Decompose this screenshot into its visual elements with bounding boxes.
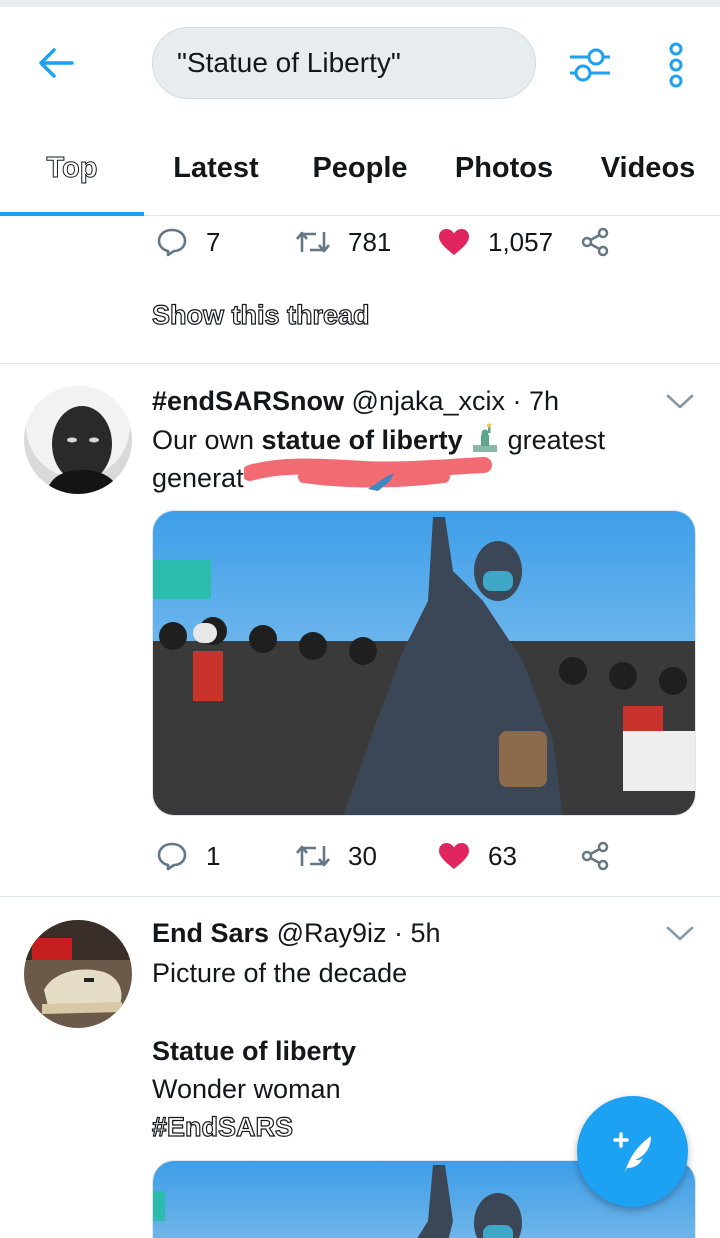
display-name[interactable]: #endSARSnow [152, 386, 344, 416]
username[interactable]: @njaka_xcix [352, 386, 505, 416]
like-count: 1,057 [488, 226, 554, 257]
tab-latest-label: Latest [173, 151, 259, 184]
tab-top-label: Top [46, 151, 98, 184]
tab-people[interactable]: People [288, 120, 432, 216]
tab-videos-label: Videos [600, 151, 696, 184]
divider [0, 896, 720, 897]
tweet-text-line: Statue of liberty [152, 1036, 357, 1066]
more-vertical-icon [669, 42, 683, 88]
statue-of-liberty-emoji-icon [470, 423, 500, 453]
retweet-button[interactable]: 30 [296, 828, 377, 884]
reply-count: 1 [206, 840, 221, 871]
search-tabs: Top Latest People Photos Videos [0, 120, 720, 216]
like-button[interactable]: 1,057 [438, 214, 553, 270]
tweet-text-after: greatest [500, 425, 606, 455]
tab-top[interactable]: Top [0, 120, 144, 216]
tweet-header: #endSARSnow @njaka_xcix · 7h [152, 386, 559, 417]
tweet-text-line: Picture of the decade [152, 958, 408, 988]
retweet-icon [296, 231, 330, 253]
search-results-screen: "Statue of Liberty" Top Latest People Ph… [0, 0, 720, 1238]
tweet-text-line2: generat [152, 463, 244, 493]
tweet-text-plain: Our own [152, 425, 262, 455]
tweet-text-line: Wonder woman [152, 1074, 341, 1104]
tweet-text-highlight: statue of liberty [261, 425, 463, 455]
reply-button[interactable]: 7 [156, 214, 220, 270]
show-thread-link[interactable]: Show this thread [151, 299, 370, 331]
status-strip [0, 0, 720, 7]
reply-count: 7 [206, 226, 221, 257]
more-options-button[interactable] [652, 37, 700, 93]
reply-icon [157, 842, 187, 871]
compose-feather-icon [612, 1131, 651, 1172]
search-filter-button[interactable] [562, 37, 618, 93]
username[interactable]: @Ray9iz [277, 918, 387, 948]
search-input[interactable]: "Statue of Liberty" [152, 27, 536, 99]
arrow-left-icon [39, 48, 74, 78]
retweet-button[interactable]: 781 [296, 214, 391, 270]
share-icon [581, 841, 609, 871]
display-name[interactable]: End Sars [152, 918, 269, 948]
compose-tweet-button[interactable] [577, 1096, 688, 1207]
tweet-actions: 1 30 63 [0, 828, 720, 884]
tab-people-label: People [312, 151, 408, 184]
tweet-photo[interactable] [152, 510, 696, 816]
tab-videos[interactable]: Videos [576, 120, 720, 216]
tweet-text: Our own statue of liberty greatest gener… [152, 421, 672, 497]
like-count: 63 [488, 840, 517, 871]
heart-icon [439, 843, 469, 869]
retweet-icon [296, 845, 330, 867]
share-icon [581, 227, 609, 257]
share-button[interactable] [580, 828, 628, 884]
tab-photos-label: Photos [454, 151, 554, 184]
timestamp: · 5h [394, 918, 441, 948]
avatar[interactable] [24, 920, 132, 1028]
back-button[interactable] [26, 37, 86, 89]
like-button[interactable]: 63 [438, 828, 517, 884]
search-input-value: "Statue of Liberty" [177, 47, 401, 78]
avatar[interactable] [24, 386, 132, 494]
timestamp: · 7h [512, 386, 560, 416]
prev-tweet-actions: 7 781 1,057 [0, 214, 720, 270]
share-button[interactable] [580, 214, 628, 270]
airplane-emoji-icon [368, 473, 394, 491]
reply-button[interactable]: 1 [156, 828, 220, 884]
reply-icon [157, 228, 187, 257]
tab-latest[interactable]: Latest [144, 120, 288, 216]
heart-icon [439, 229, 469, 255]
retweet-count: 30 [348, 840, 377, 871]
divider [0, 363, 720, 364]
tab-photos[interactable]: Photos [432, 120, 576, 216]
sliders-icon [570, 48, 610, 82]
chevron-down-icon[interactable] [664, 388, 696, 416]
chevron-down-icon[interactable] [664, 920, 696, 948]
top-bar: "Statue of Liberty" [0, 7, 720, 119]
tweet-header: End Sars @Ray9iz · 5h [152, 918, 441, 949]
retweet-count: 781 [348, 226, 392, 257]
